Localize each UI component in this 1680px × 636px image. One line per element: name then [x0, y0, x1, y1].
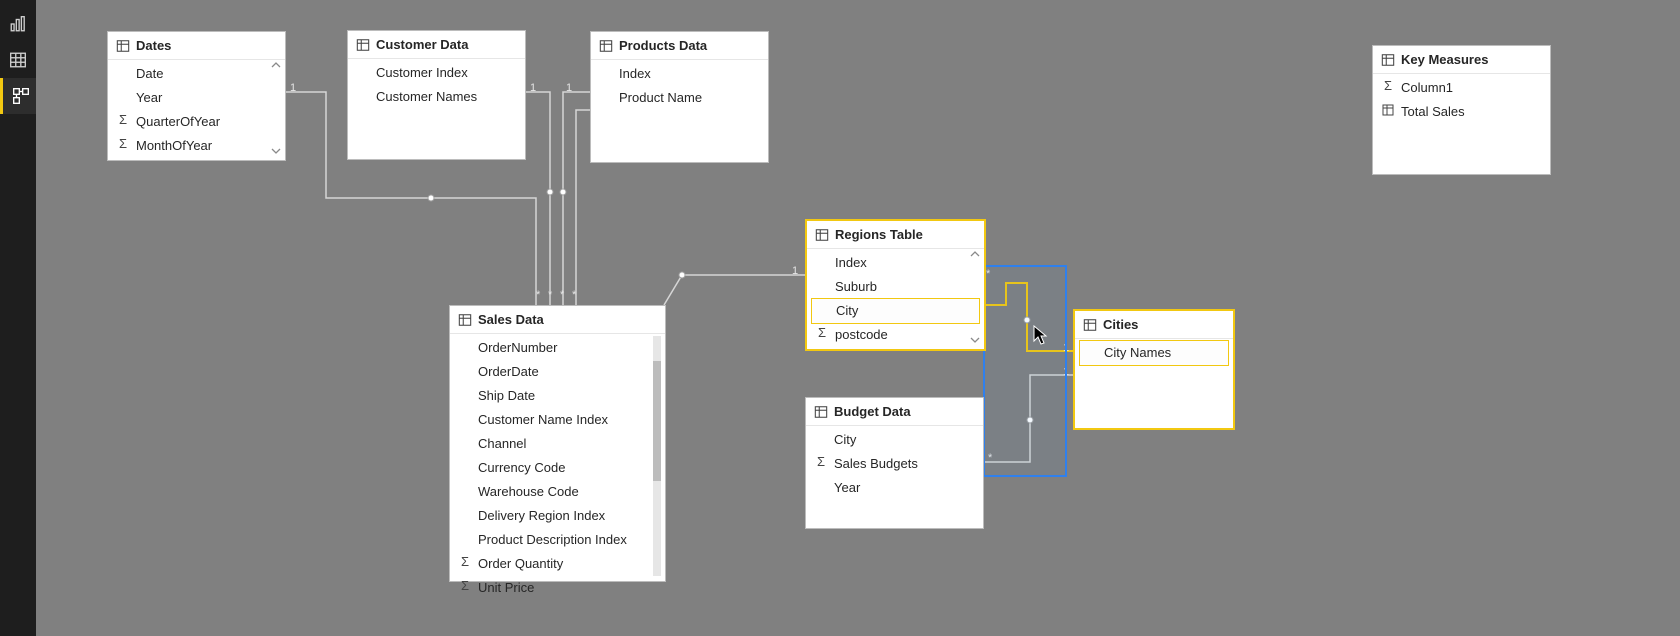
- table-icon: [1381, 53, 1395, 67]
- scroll-up-icon[interactable]: [968, 249, 982, 259]
- table-sales-data[interactable]: Sales Data OrderNumber OrderDate Ship Da…: [449, 305, 666, 582]
- table-title: Key Measures: [1401, 52, 1488, 67]
- table-header[interactable]: Budget Data: [806, 398, 983, 426]
- sigma-icon: Σ: [116, 112, 130, 128]
- field-index[interactable]: Index: [591, 62, 768, 86]
- table-icon: [815, 228, 829, 242]
- scroll-up-icon[interactable]: [269, 60, 283, 70]
- nav-model-view[interactable]: [0, 78, 39, 114]
- field-suburb[interactable]: Suburb: [807, 275, 984, 299]
- field-city[interactable]: City: [811, 298, 980, 324]
- measure-icon: [1381, 102, 1395, 118]
- cardinality-one: 1: [290, 82, 296, 94]
- sigma-icon: Σ: [116, 136, 130, 152]
- field-product-name[interactable]: Product Name: [591, 86, 768, 110]
- table-title: Customer Data: [376, 37, 468, 52]
- table-icon: [116, 39, 130, 53]
- scroll-down-icon[interactable]: [269, 146, 283, 156]
- field-city[interactable]: City: [806, 428, 983, 452]
- table-icon: [1083, 318, 1097, 332]
- sigma-icon: Σ: [814, 454, 828, 470]
- table-title: Budget Data: [834, 404, 911, 419]
- field-customer-index[interactable]: Customer Index: [348, 61, 525, 85]
- cardinality-many: *: [572, 289, 576, 301]
- field-sales-budgets[interactable]: ΣSales Budgets: [806, 452, 983, 476]
- nav-data-view[interactable]: [0, 42, 36, 78]
- cardinality-many: *: [536, 289, 540, 301]
- field-orderdate[interactable]: OrderDate: [450, 360, 665, 384]
- table-icon: [356, 38, 370, 52]
- table-budget-data[interactable]: Budget Data City ΣSales Budgets Year: [805, 397, 984, 529]
- table-header[interactable]: Customer Data: [348, 31, 525, 59]
- table-header[interactable]: Regions Table: [807, 221, 984, 249]
- drag-selection-rect: [983, 265, 1067, 477]
- field-monthofyear[interactable]: ΣMonthOfYear: [108, 134, 285, 158]
- sigma-icon: Σ: [1381, 78, 1395, 94]
- field-customer-names[interactable]: Customer Names: [348, 85, 525, 109]
- field-index[interactable]: Index: [807, 251, 984, 275]
- table-header[interactable]: Sales Data: [450, 306, 665, 334]
- field-channel[interactable]: Channel: [450, 432, 665, 456]
- table-customer-data[interactable]: Customer Data Customer Index Customer Na…: [347, 30, 526, 160]
- table-dates[interactable]: Dates Date Year ΣQuarterOfYear ΣMonthOfY…: [107, 31, 286, 161]
- field-column1[interactable]: ΣColumn1: [1373, 76, 1550, 100]
- table-icon: [458, 313, 472, 327]
- field-ordernumber[interactable]: OrderNumber: [450, 336, 665, 360]
- field-ship-date[interactable]: Ship Date: [450, 384, 665, 408]
- field-year[interactable]: Year: [108, 86, 285, 110]
- table-title: Regions Table: [835, 227, 923, 242]
- table-title: Cities: [1103, 317, 1138, 332]
- scroll-down-icon[interactable]: [968, 335, 982, 345]
- field-currency-code[interactable]: Currency Code: [450, 456, 665, 480]
- sigma-icon: Σ: [815, 325, 829, 341]
- nav-report-view[interactable]: [0, 6, 36, 42]
- field-quarterofyear[interactable]: ΣQuarterOfYear: [108, 110, 285, 134]
- cardinality-one: 1: [566, 82, 572, 94]
- table-title: Dates: [136, 38, 171, 53]
- table-header[interactable]: Key Measures: [1373, 46, 1550, 74]
- cardinality-one: 1: [792, 265, 798, 277]
- sigma-icon: Σ: [458, 578, 472, 594]
- table-products-data[interactable]: Products Data Index Product Name: [590, 31, 769, 163]
- sigma-icon: Σ: [458, 554, 472, 570]
- table-title: Products Data: [619, 38, 707, 53]
- cardinality-many: *: [560, 289, 564, 301]
- table-key-measures[interactable]: Key Measures ΣColumn1 Total Sales: [1372, 45, 1551, 175]
- field-unit-price[interactable]: ΣUnit Price: [450, 576, 665, 600]
- field-year[interactable]: Year: [806, 476, 983, 500]
- table-icon: [9, 51, 27, 69]
- field-postcode[interactable]: Σpostcode: [807, 323, 984, 347]
- field-product-description-index[interactable]: Product Description Index: [450, 528, 665, 552]
- table-title: Sales Data: [478, 312, 544, 327]
- model-canvas[interactable]: 1 1 1 * * * * 1 * 1 1 * Dates Date Year …: [36, 0, 1680, 636]
- model-icon: [12, 87, 30, 105]
- bar-chart-icon: [9, 15, 27, 33]
- left-nav-bar: [0, 0, 36, 636]
- field-delivery-region-index[interactable]: Delivery Region Index: [450, 504, 665, 528]
- table-cities[interactable]: Cities City Names: [1073, 309, 1235, 430]
- table-icon: [599, 39, 613, 53]
- table-regions-table[interactable]: Regions Table Index Suburb City Σpostcod…: [805, 219, 986, 351]
- table-header[interactable]: Cities: [1075, 311, 1233, 339]
- field-date[interactable]: Date: [108, 62, 285, 86]
- cardinality-many: *: [548, 289, 552, 301]
- field-order-quantity[interactable]: ΣOrder Quantity: [450, 552, 665, 576]
- field-city-names[interactable]: City Names: [1079, 340, 1229, 366]
- field-total-sales[interactable]: Total Sales: [1373, 100, 1550, 124]
- table-icon: [814, 405, 828, 419]
- table-header[interactable]: Dates: [108, 32, 285, 60]
- table-header[interactable]: Products Data: [591, 32, 768, 60]
- cardinality-one: 1: [530, 82, 536, 94]
- field-warehouse-code[interactable]: Warehouse Code: [450, 480, 665, 504]
- field-customer-name-index[interactable]: Customer Name Index: [450, 408, 665, 432]
